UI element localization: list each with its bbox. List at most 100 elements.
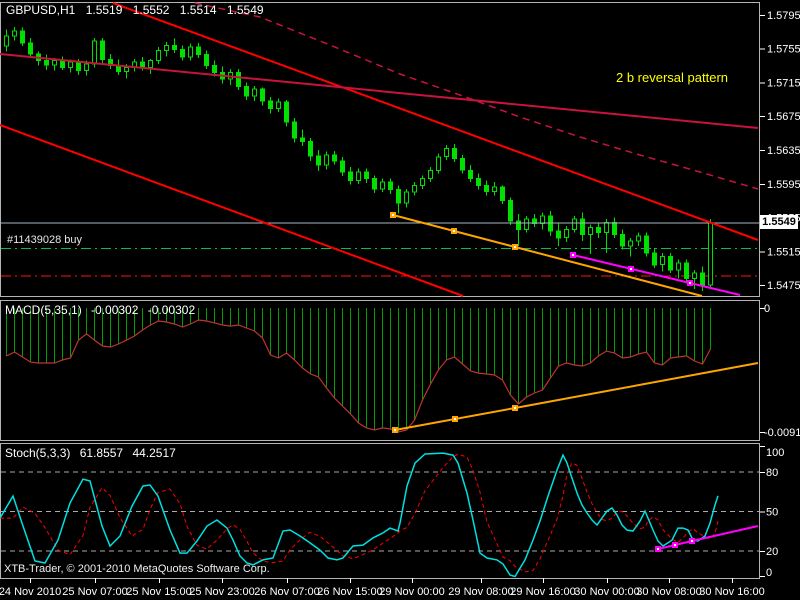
candlestick: [468, 165, 473, 183]
candlestick: [660, 253, 665, 272]
price-tick-label: 1.5515: [767, 246, 800, 258]
candlestick: [476, 173, 481, 190]
candlestick: [132, 58, 137, 72]
copyright-label: XTB-Trader, © 2001-2010 MetaQuotes Softw…: [4, 563, 270, 575]
candlestick: [100, 37, 105, 64]
candlestick: [348, 166, 353, 185]
candlestick: [452, 144, 457, 162]
chart-canvas[interactable]: 1.5795 1.5755 1.5715 1.5675 1.5635 1.5595 1.55…: [0, 0, 800, 600]
candlestick: [580, 212, 585, 242]
candlestick: [172, 38, 177, 53]
candlestick: [108, 53, 113, 69]
candlestick: [252, 85, 257, 102]
trendline-handle[interactable]: [687, 280, 693, 286]
candlestick: [364, 168, 369, 183]
time-axis-label: 26 Nov 15:00: [317, 586, 382, 598]
candlestick: [60, 56, 65, 70]
macd-name: MACD(5,35,1): [5, 303, 82, 317]
price-tick-label: 1.5475: [767, 280, 800, 292]
candlestick: [500, 185, 505, 204]
trendline-handle[interactable]: [628, 266, 634, 272]
candlestick: [204, 50, 209, 69]
price-tick-label: 1.5755: [767, 44, 800, 56]
candlestick: [308, 138, 313, 161]
candlestick: [188, 43, 193, 61]
candlestick: [516, 214, 521, 247]
candlestick: [404, 188, 409, 208]
stoch-k-line: [0, 452, 719, 578]
trendline-handle[interactable]: [655, 546, 661, 552]
candlestick: [492, 182, 497, 196]
candlestick: [436, 153, 441, 174]
support-trendline-steep[interactable]: [0, 124, 464, 297]
trendline-handle[interactable]: [512, 405, 518, 411]
trendline-handle[interactable]: [390, 212, 396, 218]
candlestick: [44, 54, 49, 70]
stoch-value-k: 61.8557: [79, 446, 124, 460]
candlestick: [148, 58, 153, 75]
candlestick: [420, 175, 425, 189]
trendline-handle[interactable]: [392, 427, 398, 433]
candlestick: [20, 27, 25, 47]
stoch-name: Stoch(5,3,3): [5, 446, 71, 460]
candlestick: [620, 229, 625, 250]
candlestick: [572, 215, 577, 233]
candlestick: [676, 259, 681, 279]
candlestick: [284, 100, 289, 127]
candlestick: [300, 129, 305, 146]
trendline-handle[interactable]: [512, 244, 518, 250]
candlestick: [484, 180, 489, 196]
candlestick: [524, 215, 529, 233]
stoch-scale-label: 0: [766, 567, 772, 579]
candlestick: [692, 269, 697, 290]
resistance-trendline-upper[interactable]: [112, 2, 759, 241]
price-tick-label: 1.5595: [767, 179, 800, 191]
time-axis-label: 29 Nov 08:00: [448, 586, 513, 598]
candlestick: [12, 26, 17, 41]
candlestick: [652, 247, 657, 269]
candlestick: [428, 166, 433, 183]
current-price-box: 1.5549: [760, 215, 798, 229]
candlestick: [636, 232, 641, 247]
time-axis-label: 30 Nov 08:00: [636, 586, 701, 598]
trendline-handle[interactable]: [452, 416, 458, 422]
ohlc-low: 1.5514: [179, 3, 217, 17]
price-tick-label: 1.5715: [767, 78, 800, 90]
macd-panel[interactable]: [0, 300, 760, 441]
stoch-scale-label: 100: [766, 447, 784, 459]
candlestick: [260, 87, 265, 106]
trendline-handle[interactable]: [570, 252, 576, 258]
order-label: #11439028 buy: [7, 234, 83, 246]
stoch-d-line: [0, 453, 719, 573]
crimson-dashed-curve[interactable]: [194, 2, 759, 190]
trendline-handle[interactable]: [451, 228, 457, 234]
macd-value-signal: -0.00302: [147, 303, 196, 317]
candlestick: [292, 117, 297, 143]
orange-macd-trendline[interactable]: [394, 362, 759, 431]
stoch-value-d: 44.2517: [132, 446, 176, 460]
time-axis-label: 29 Nov 16:00: [510, 586, 575, 598]
candlestick: [380, 178, 385, 193]
price-tick-label: 1.5635: [767, 145, 800, 157]
ohlc-high: 1.5552: [132, 3, 170, 17]
candlestick: [460, 155, 465, 174]
price-tick-label: 1.5795: [767, 10, 800, 22]
candlestick: [388, 178, 393, 194]
candlestick: [532, 214, 537, 227]
candlestick: [268, 96, 273, 114]
stoch-indicator-label: Stoch(5,3,3) 61.8557 44.2517: [5, 446, 182, 460]
candlestick: [564, 225, 569, 242]
macd-scale-label: 0: [764, 303, 770, 315]
trendline-handle[interactable]: [672, 542, 678, 548]
candlestick: [708, 219, 713, 288]
candlestick: [116, 59, 121, 75]
chart-annotation-text[interactable]: 2 b reversal pattern: [616, 70, 728, 85]
ohlc-open: 1.5519: [85, 3, 123, 17]
candlestick: [180, 45, 185, 61]
candlestick: [244, 82, 249, 101]
candlestick: [444, 144, 449, 161]
candlestick: [28, 37, 33, 58]
candlestick: [196, 42, 201, 58]
trendline-handle[interactable]: [689, 538, 695, 544]
candlestick: [540, 212, 545, 230]
